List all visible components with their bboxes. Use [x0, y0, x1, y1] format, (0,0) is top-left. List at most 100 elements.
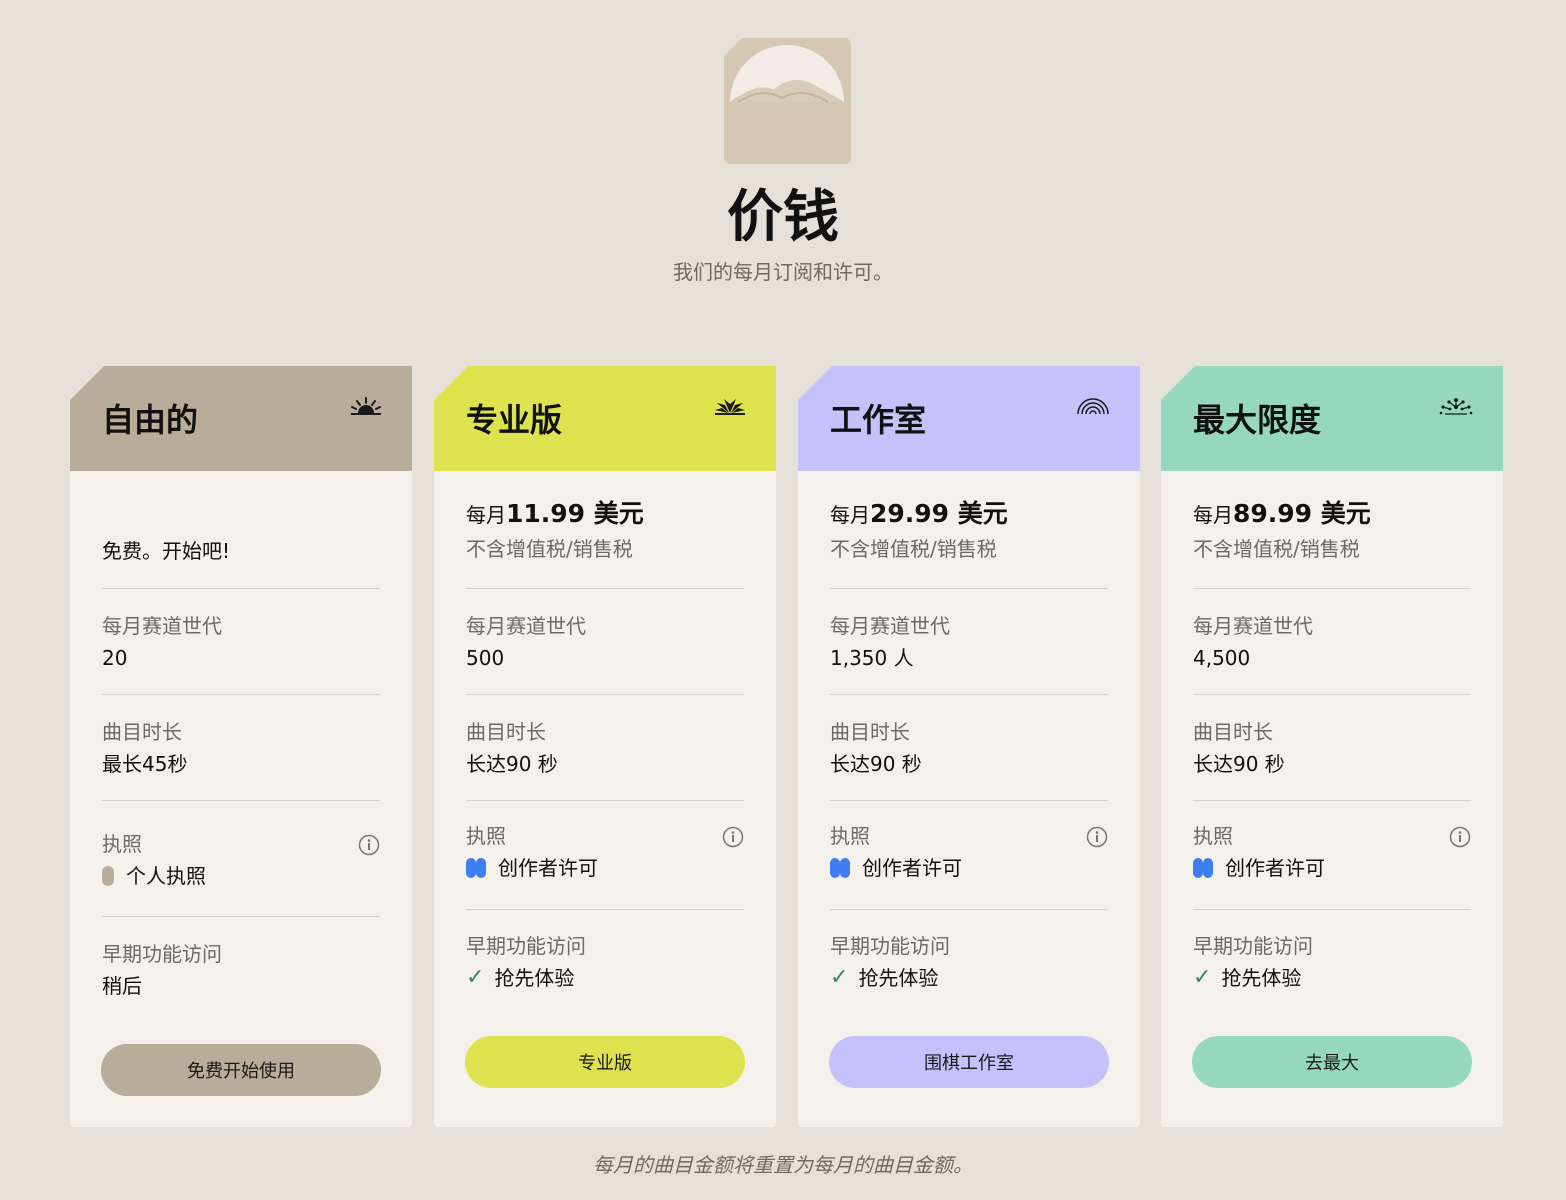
divider — [466, 909, 744, 910]
plan-header: 最大限度 — [1161, 366, 1503, 471]
half-sun-icon — [351, 397, 381, 415]
free-price-text: 免费。开始吧! — [102, 539, 231, 563]
creator-license-icon — [466, 858, 486, 878]
divider — [1193, 588, 1471, 589]
price-prefix: 每月 — [466, 503, 506, 527]
divider — [102, 916, 380, 917]
price-prefix: 每月 — [1193, 503, 1233, 527]
price-amount: 11.99 美元 — [506, 499, 644, 528]
generations-label: 每月赛道世代 — [102, 614, 222, 638]
early-access-text: 抢先体验 — [858, 966, 939, 990]
plan-card-studio: 工作室 每月29.99 美元 不含增值税/销售税 每月赛道世代 1,350 人 … — [798, 366, 1140, 1127]
pro-plan-button[interactable]: 专业版 — [465, 1036, 745, 1088]
brand-logo — [724, 38, 851, 164]
license-value-text: 创作者许可 — [498, 856, 598, 880]
early-access-value: ✓ 抢先体验 — [1193, 964, 1471, 992]
info-icon[interactable] — [1449, 826, 1471, 848]
divider — [466, 800, 744, 801]
plan-header: 专业版 — [434, 366, 776, 471]
license-value: 个人执照 — [102, 862, 380, 890]
duration-value: 长达90 秒 — [1193, 752, 1285, 776]
divider — [1193, 694, 1471, 695]
early-access-label: 早期功能访问 — [830, 934, 950, 958]
studio-plan-button[interactable]: 围棋工作室 — [829, 1036, 1109, 1088]
generations-label: 每月赛道世代 — [1193, 614, 1313, 638]
plan-card-pro: 专业版 每月11.99 美元 不含增值税/销售税 每月赛道世代 500 曲目时长… — [434, 366, 776, 1127]
early-access-label: 早期功能访问 — [1193, 934, 1313, 958]
duration-label: 曲目时长 — [102, 720, 182, 744]
check-icon: ✓ — [466, 965, 485, 990]
plan-card-max: 最大限度 每月89.99 美元 不含增值税/销售税 每月赛道世代 4,500 曲… — [1161, 366, 1503, 1127]
duration-label: 曲目时长 — [1193, 720, 1273, 744]
duration-label: 曲目时长 — [466, 720, 546, 744]
plan-card-free: 自由的 免费。开始吧! 每月赛道世代 20 曲目时长 最长45秒 执照 个人执照 — [70, 366, 412, 1127]
page-subtitle: 我们的每月订阅和许可。 — [673, 260, 893, 284]
early-access-text: 抢先体验 — [494, 966, 575, 990]
footnote: 每月的曲目金额将重置为每月的曲目金额。 — [593, 1153, 973, 1177]
info-icon[interactable] — [722, 826, 744, 848]
early-access-label: 早期功能访问 — [466, 934, 586, 958]
license-value-text: 创作者许可 — [1225, 856, 1325, 880]
license-value-text: 创作者许可 — [862, 856, 962, 880]
plan-name: 专业版 — [466, 401, 563, 439]
divider — [1193, 909, 1471, 910]
plan-name: 最大限度 — [1193, 401, 1322, 439]
duration-value: 最长45秒 — [102, 752, 188, 776]
info-icon[interactable] — [1086, 826, 1108, 848]
early-access-value: ✓ 抢先体验 — [466, 964, 744, 992]
price-amount: 89.99 美元 — [1233, 499, 1371, 528]
divider — [1193, 800, 1471, 801]
divider — [830, 588, 1108, 589]
rainbow-arcs-icon — [1077, 398, 1109, 415]
tax-note: 不含增值税/销售税 — [830, 537, 997, 561]
price: 每月89.99 美元 — [1193, 499, 1471, 531]
tax-note: 不含增值税/销售税 — [466, 537, 633, 561]
check-icon: ✓ — [1193, 965, 1212, 990]
check-icon: ✓ — [830, 965, 849, 990]
duration-value: 长达90 秒 — [466, 752, 558, 776]
price: 每月11.99 美元 — [466, 499, 744, 531]
max-plan-button[interactable]: 去最大 — [1192, 1036, 1472, 1088]
price-amount: 29.99 美元 — [870, 499, 1008, 528]
license-value: 创作者许可 — [1193, 854, 1471, 882]
generations-value: 1,350 人 — [830, 646, 914, 670]
divider — [102, 588, 380, 589]
divider — [466, 588, 744, 589]
divider — [466, 694, 744, 695]
page-title: 价钱 — [727, 185, 839, 250]
generations-value: 4,500 — [1193, 646, 1251, 670]
divider — [830, 800, 1108, 801]
info-icon[interactable] — [358, 834, 380, 856]
early-access-value: 稍后 — [102, 974, 142, 998]
early-access-text: 抢先体验 — [1221, 966, 1302, 990]
license-value-text: 个人执照 — [126, 864, 206, 888]
divider — [830, 909, 1108, 910]
generations-label: 每月赛道世代 — [830, 614, 950, 638]
license-value: 创作者许可 — [466, 854, 744, 882]
early-access-value: ✓ 抢先体验 — [830, 964, 1108, 992]
plan-name: 自由的 — [102, 401, 199, 439]
divider — [830, 694, 1108, 695]
duration-value: 长达90 秒 — [830, 752, 922, 776]
fan-icon — [715, 399, 745, 415]
price: 每月29.99 美元 — [830, 499, 1108, 531]
generations-value: 20 — [102, 646, 128, 670]
creator-license-icon — [1193, 858, 1213, 878]
duration-label: 曲目时长 — [830, 720, 910, 744]
plan-header: 工作室 — [798, 366, 1140, 471]
license-label: 执照 — [466, 824, 506, 848]
tax-note: 不含增值税/销售税 — [1193, 537, 1360, 561]
license-label: 执照 — [102, 832, 142, 856]
generations-value: 500 — [466, 646, 505, 670]
personal-license-icon — [102, 866, 114, 886]
generations-label: 每月赛道世代 — [466, 614, 586, 638]
creator-license-icon — [830, 858, 850, 878]
plan-name: 工作室 — [830, 401, 927, 439]
price-prefix: 每月 — [830, 503, 870, 527]
divider — [102, 800, 380, 801]
plan-header: 自由的 — [70, 366, 412, 471]
early-access-label: 早期功能访问 — [102, 942, 222, 966]
divider — [102, 694, 380, 695]
start-free-button[interactable]: 免费开始使用 — [101, 1044, 381, 1096]
sparkle-burst-icon — [1439, 398, 1473, 415]
